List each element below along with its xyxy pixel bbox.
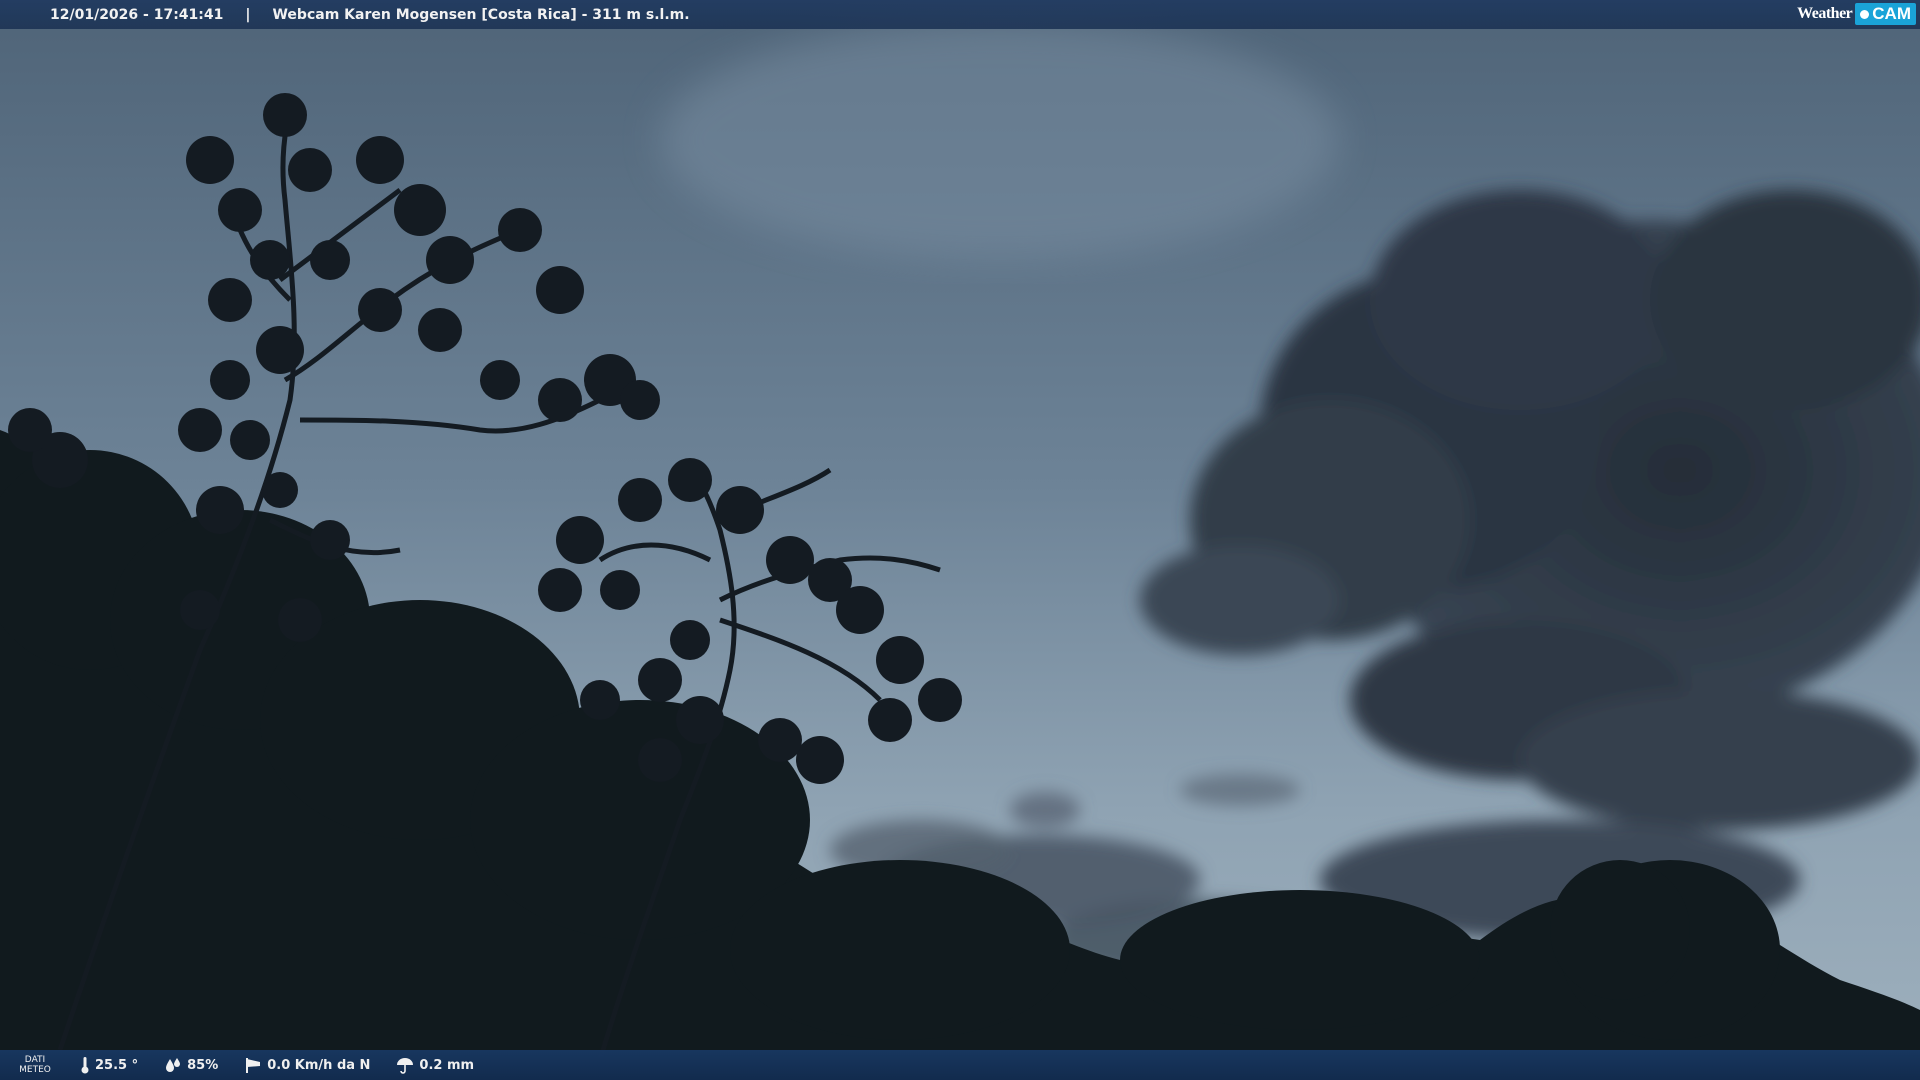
webcam-title: Webcam Karen Mogensen [Costa Rica] - 311… [272,6,690,23]
logo-cam-badge: CAM [1855,3,1916,25]
wind-stat: 0.0 Km/h da N [244,1056,370,1074]
logo-cam-text: CAM [1872,4,1911,23]
weather-data-bar: DATI METEO 25.5 ° 85% 0.0 Km/h da N 0.2 … [0,1050,1920,1080]
temperature-stat: 25.5 ° [80,1056,138,1074]
rain-stat: 0.2 mm [396,1056,474,1074]
rain-umbrella-icon [397,1058,414,1074]
rain-value: 0.2 mm [419,1057,475,1073]
webcam-scene [0,0,1920,1080]
weather-label: DATI METEO [0,1055,70,1075]
weather-label-line1: DATI [24,1055,46,1065]
weathercam-logo: Weather CAM [1797,2,1916,26]
humidity-stat: 85% [164,1057,218,1073]
logo-dot-icon [1860,9,1870,19]
water-drops-icon [166,1058,181,1072]
logo-weather-text: Weather [1797,5,1853,22]
webcam-info-bar: 12/01/2026 - 17:41:41 | Webcam Karen Mog… [0,0,1920,29]
wind-value: 0.0 Km/h da N [267,1057,371,1073]
humidity-value: 85% [187,1057,219,1073]
title-separator: | [245,6,251,23]
weather-label-line2: METEO [19,1065,51,1075]
timestamp: 12/01/2026 - 17:41:41 [50,6,224,23]
windsock-icon [246,1058,261,1073]
thermometer-icon [81,1057,89,1074]
temperature-value: 25.5 ° [95,1057,139,1073]
